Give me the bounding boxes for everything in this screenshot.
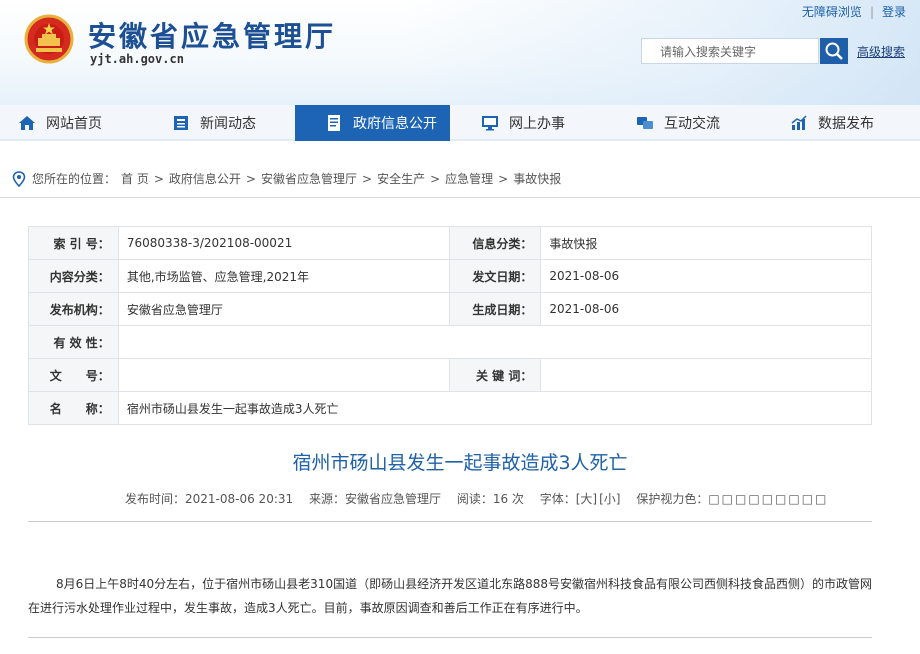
document-number-value bbox=[117, 358, 450, 392]
table-row: 发布机构： 安徽省应急管理厅 生成日期： 2021-08-06 bbox=[28, 292, 872, 326]
index-number-value: 76080338-3/202108-00021 bbox=[117, 226, 450, 260]
site-header: 无障碍浏览 | 登录 安徽省应急管理厅 yjt.ah.gov.cn 请输入搜索关键字… bbox=[0, 0, 920, 105]
breadcrumb-item-gov-info[interactable]: 政府信息公开 bbox=[169, 170, 241, 187]
breadcrumb-separator: > bbox=[498, 171, 509, 186]
generated-date-value: 2021-08-06 bbox=[540, 292, 872, 326]
national-emblem-icon[interactable] bbox=[24, 14, 74, 64]
table-row: 内容分类： 其他,市场监管、应急管理,2021年 发文日期： 2021-08-0… bbox=[28, 259, 872, 293]
breadcrumb-separator: > bbox=[245, 171, 256, 186]
document-number-label: 文 号： bbox=[28, 358, 119, 392]
nav-item-label: 网上办事 bbox=[509, 116, 565, 132]
nav-item-label: 网站首页 bbox=[46, 116, 102, 132]
validity-label: 有 效 性： bbox=[28, 325, 119, 359]
document-icon bbox=[328, 115, 340, 131]
search-input[interactable]: 请输入搜索关键字 bbox=[641, 38, 819, 64]
content-category-value: 其他,市场监管、应急管理,2021年 bbox=[117, 259, 450, 293]
breadcrumb-item-emergency[interactable]: 应急管理 bbox=[445, 170, 493, 187]
nav-item-label: 数据发布 bbox=[818, 116, 874, 132]
breadcrumb-item-safety[interactable]: 安全生产 bbox=[377, 170, 425, 187]
content-category-label: 内容分类： bbox=[28, 259, 119, 293]
nav-item-home[interactable]: 网站首页 bbox=[18, 105, 102, 141]
breadcrumb: 您所在的位置： 首 页 > 政府信息公开 > 安徽省应急管理厅 > 安全生产 >… bbox=[0, 160, 920, 198]
index-number-label: 索 引 号： bbox=[28, 226, 119, 260]
read-count: 阅读：16 次 bbox=[456, 492, 524, 506]
nav-item-label: 新闻动态 bbox=[200, 116, 256, 132]
publish-time: 发布时间：2021-08-06 20:31 bbox=[125, 492, 294, 506]
breadcrumb-item-home[interactable]: 首 页 bbox=[121, 170, 149, 187]
article-meta: 发布时间：2021-08-06 20:31 来源：安徽省应急管理厅 阅读：16 … bbox=[125, 490, 828, 507]
search-button[interactable] bbox=[820, 38, 848, 64]
table-row: 有 效 性： bbox=[28, 325, 873, 359]
nav-item-interaction[interactable]: 互动交流 bbox=[636, 105, 720, 141]
validity-value bbox=[117, 325, 873, 359]
divider bbox=[28, 637, 872, 638]
keywords-value bbox=[540, 358, 872, 392]
name-label: 名 称： bbox=[28, 391, 119, 425]
font-large-button[interactable]: [大] bbox=[576, 492, 597, 506]
issue-date-label: 发文日期： bbox=[448, 259, 542, 293]
breadcrumb-item-accident-report[interactable]: 事故快报 bbox=[513, 170, 561, 187]
breadcrumb-separator: > bbox=[362, 171, 373, 186]
font-small-button[interactable]: [小] bbox=[599, 492, 620, 506]
breadcrumb-separator: > bbox=[430, 171, 441, 186]
nav-item-news[interactable]: 新闻动态 bbox=[172, 105, 256, 141]
keywords-label: 关 键 词： bbox=[448, 358, 542, 392]
login-link[interactable]: 登录 bbox=[882, 5, 906, 19]
eye-protection-color-swatches[interactable]: □□□□□□□□□ bbox=[708, 492, 828, 506]
site-title[interactable]: 安徽省应急管理厅 bbox=[88, 15, 336, 55]
nav-item-gov-info[interactable]: 政府信息公开 bbox=[295, 105, 450, 141]
nav-item-online-services[interactable]: 网上办事 bbox=[481, 105, 565, 141]
eye-protection-label: 保护视力色： bbox=[636, 492, 709, 506]
font-size-label: 字体： bbox=[539, 492, 576, 506]
article-title: 宿州市砀山县发生一起事故造成3人死亡 bbox=[292, 452, 628, 474]
breadcrumb-item-department[interactable]: 安徽省应急管理厅 bbox=[261, 170, 357, 187]
publishing-org-label: 发布机构： bbox=[28, 292, 119, 326]
info-category-value: 事故快报 bbox=[540, 226, 872, 260]
main-nav: 网站首页 新闻动态 政府信息公开 网上办事 互动交流 数据发布 bbox=[0, 105, 920, 141]
breadcrumb-separator: > bbox=[153, 171, 164, 186]
advanced-search-link[interactable]: 高级搜索 bbox=[857, 43, 905, 60]
publishing-org-value: 安徽省应急管理厅 bbox=[117, 292, 450, 326]
article-body: 8月6日上午8时40分左右，位于宿州市砀山县老310国道（即砀山县经济开发区道北… bbox=[28, 577, 872, 615]
generated-date-label: 生成日期： bbox=[448, 292, 542, 326]
article-source: 来源：安徽省应急管理厅 bbox=[308, 492, 441, 506]
name-value: 宿州市砀山县发生一起事故造成3人死亡 bbox=[117, 391, 873, 425]
top-links-separator: | bbox=[869, 5, 874, 19]
location-pin-icon bbox=[12, 170, 26, 187]
nav-item-label: 互动交流 bbox=[664, 116, 720, 132]
info-category-label: 信息分类： bbox=[448, 226, 542, 260]
chat-icon bbox=[637, 117, 653, 129]
document-info-table: 索 引 号： 76080338-3/202108-00021 信息分类： 事故快… bbox=[28, 226, 873, 425]
search-icon bbox=[825, 42, 843, 60]
chart-icon bbox=[791, 115, 807, 130]
top-links: 无障碍浏览 | 登录 bbox=[802, 3, 906, 20]
nav-item-data-release[interactable]: 数据发布 bbox=[790, 105, 874, 141]
issue-date-value: 2021-08-06 bbox=[540, 259, 872, 293]
monitor-icon bbox=[482, 116, 498, 131]
table-row: 索 引 号： 76080338-3/202108-00021 信息分类： 事故快… bbox=[28, 226, 872, 260]
home-icon bbox=[19, 116, 35, 130]
nav-item-label: 政府信息公开 bbox=[353, 116, 437, 132]
news-icon bbox=[174, 116, 188, 130]
table-row: 文 号： 关 键 词： bbox=[28, 358, 872, 392]
table-row: 名 称： 宿州市砀山县发生一起事故造成3人死亡 bbox=[28, 391, 873, 425]
accessibility-link[interactable]: 无障碍浏览 bbox=[802, 5, 862, 19]
breadcrumb-prefix: 您所在的位置： bbox=[32, 172, 117, 186]
site-domain: yjt.ah.gov.cn bbox=[90, 52, 184, 66]
divider bbox=[28, 521, 872, 522]
